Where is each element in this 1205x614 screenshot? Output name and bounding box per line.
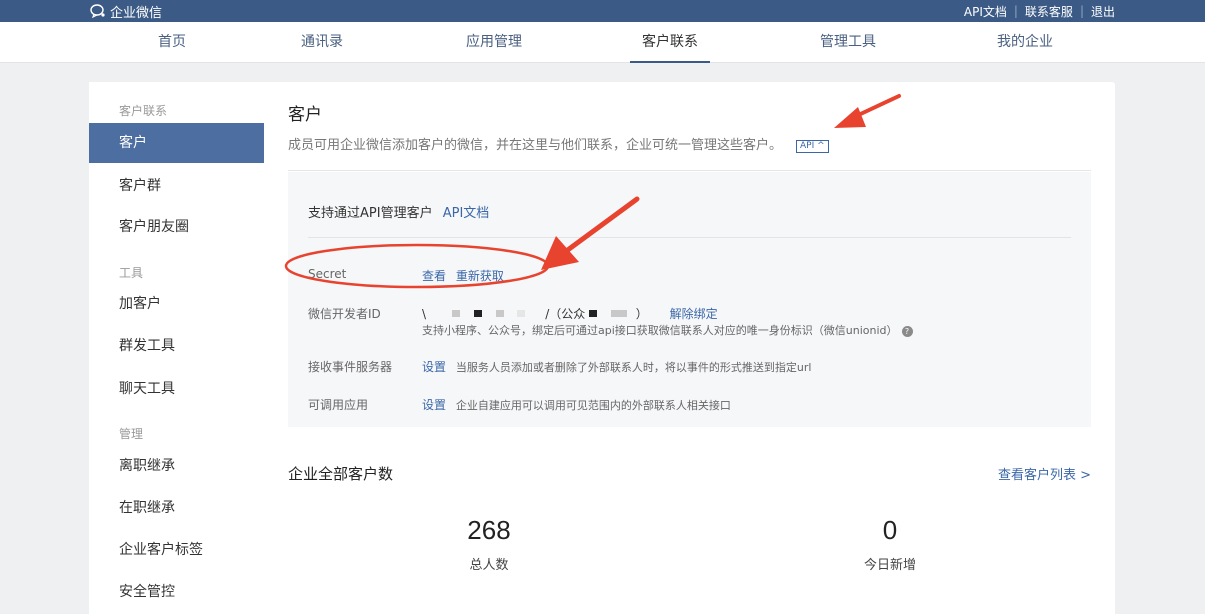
event-server-label: 接收事件服务器 xyxy=(308,360,393,374)
tab-contacts[interactable]: 通讯录 xyxy=(301,22,343,63)
sidebar-item-chat-tools[interactable]: 聊天工具 xyxy=(89,369,264,409)
page-title: 客户 xyxy=(288,105,322,125)
stat-today-label: 今日新增 xyxy=(863,558,916,573)
sidebar-group-contact: 客户联系 xyxy=(119,104,168,118)
masked-block xyxy=(517,310,526,317)
event-server-hint: 当服务人员添加或者删除了外部联系人时，将以事件的形式推送到指定url xyxy=(455,361,812,374)
callable-app-label: 可调用应用 xyxy=(308,398,369,412)
view-customer-list-link[interactable]: 查看客户列表 > xyxy=(998,464,1091,483)
api-docs-link[interactable]: API文档 xyxy=(964,3,1007,20)
divider xyxy=(308,237,1071,238)
tab-customer-contact[interactable]: 客户联系 xyxy=(630,22,710,63)
tab-my-enterprise[interactable]: 我的企业 xyxy=(997,22,1053,63)
callable-app-hint: 企业自建应用可以调用可见范围内的外部联系人相关接口 xyxy=(455,399,731,412)
content-card: 客户联系 客户 客户群 客户朋友圈 工具 加客户 群发工具 聊天工具 管理 离职… xyxy=(89,82,1115,614)
sidebar-item-add-customer[interactable]: 加客户 xyxy=(89,284,264,324)
stat-total: 268 总人数 xyxy=(389,512,589,573)
developer-id-mid: /（公众 xyxy=(545,307,586,321)
developer-id-value: \ /（公众 ） 解除绑定 支持小程序、公众号，绑定后可通过api接口获取微信联… xyxy=(422,305,913,338)
contact-support-link[interactable]: 联系客服 xyxy=(1025,3,1073,20)
sidebar-item-resign-inherit[interactable]: 离职继承 xyxy=(89,446,264,486)
page-description: 成员可用企业微信添加客户的微信，并在这里与他们联系，企业可统一管理这些客户。 AP… xyxy=(288,134,829,153)
api-panel: 支持通过API管理客户 API文档 Secret 查看 重新获取 微信开发者ID… xyxy=(288,172,1091,427)
sidebar: 客户联系 客户 客户群 客户朋友圈 工具 加客户 群发工具 聊天工具 管理 离职… xyxy=(89,82,264,614)
developer-id-hint: 支持小程序、公众号，绑定后可通过api接口获取微信联系人对应的唯一身份标识（微信… xyxy=(422,324,898,337)
tab-management-tools[interactable]: 管理工具 xyxy=(820,22,876,63)
developer-id-suffix: ） xyxy=(635,307,648,321)
tab-app-management[interactable]: 应用管理 xyxy=(466,22,522,63)
masked-block xyxy=(589,310,598,317)
view-secret-link[interactable]: 查看 xyxy=(422,269,446,283)
divider xyxy=(288,170,1091,171)
api-support: 支持通过API管理客户 API文档 xyxy=(308,202,489,221)
sidebar-item-customer-tags[interactable]: 企业客户标签 xyxy=(89,530,264,570)
api-badge[interactable]: API ^ xyxy=(796,140,829,153)
callable-app-set-link[interactable]: 设置 xyxy=(422,398,446,412)
sidebar-item-customer-group[interactable]: 客户群 xyxy=(89,166,264,206)
sidebar-group-manage: 管理 xyxy=(119,427,144,441)
logo[interactable]: 企业微信 xyxy=(90,0,162,22)
tab-home[interactable]: 首页 xyxy=(158,22,186,63)
stats-title: 企业全部客户数 xyxy=(288,465,394,483)
api-support-text: 支持通过API管理客户 xyxy=(308,206,433,221)
masked-block xyxy=(610,310,627,317)
divider: | xyxy=(1013,4,1018,18)
top-bar: 企业微信 API文档 | 联系客服 | 退出 xyxy=(0,0,1205,22)
sidebar-item-moments[interactable]: 客户朋友圈 xyxy=(89,207,264,247)
help-icon[interactable]: ? xyxy=(901,326,913,337)
logo-text: 企业微信 xyxy=(110,5,163,21)
sidebar-item-security[interactable]: 安全管控 xyxy=(89,572,264,612)
logout-link[interactable]: 退出 xyxy=(1091,3,1115,20)
sidebar-item-mass-send[interactable]: 群发工具 xyxy=(89,326,264,366)
divider: | xyxy=(1079,4,1084,18)
secret-actions: 查看 重新获取 xyxy=(422,267,504,284)
top-links: API文档 | 联系客服 | 退出 xyxy=(964,0,1115,22)
sidebar-group-tools: 工具 xyxy=(119,266,144,280)
event-server-set-link[interactable]: 设置 xyxy=(422,360,446,374)
masked-block xyxy=(473,310,482,317)
sidebar-item-customer[interactable]: 客户 xyxy=(89,123,264,163)
description-text: 成员可用企业微信添加客户的微信，并在这里与他们联系，企业可统一管理这些客户。 xyxy=(288,138,783,153)
stat-today: 0 今日新增 xyxy=(790,512,990,573)
developer-id-label: 微信开发者ID xyxy=(308,307,381,321)
main-content: 客户 成员可用企业微信添加客户的微信，并在这里与他们联系，企业可统一管理这些客户… xyxy=(288,82,1091,614)
main-nav: 首页 通讯录 应用管理 客户联系 管理工具 我的企业 xyxy=(0,22,1205,63)
sidebar-item-onjob-inherit[interactable]: 在职继承 xyxy=(89,488,264,528)
masked-block xyxy=(451,310,460,317)
stat-total-value: 268 xyxy=(467,515,511,545)
unbind-link[interactable]: 解除绑定 xyxy=(670,307,718,321)
masked-block xyxy=(495,310,504,317)
api-docs-inline-link[interactable]: API文档 xyxy=(443,206,490,221)
stat-total-label: 总人数 xyxy=(469,558,509,573)
stat-today-value: 0 xyxy=(882,515,898,545)
wecom-logo-icon xyxy=(90,4,105,18)
secret-label: Secret xyxy=(308,267,347,281)
refresh-secret-link[interactable]: 重新获取 xyxy=(456,269,504,283)
event-server-value: 设置 当服务人员添加或者删除了外部联系人时，将以事件的形式推送到指定url xyxy=(422,358,811,375)
developer-id-prefix: \ xyxy=(422,307,427,321)
callable-app-value: 设置 企业自建应用可以调用可见范围内的外部联系人相关接口 xyxy=(422,396,731,413)
